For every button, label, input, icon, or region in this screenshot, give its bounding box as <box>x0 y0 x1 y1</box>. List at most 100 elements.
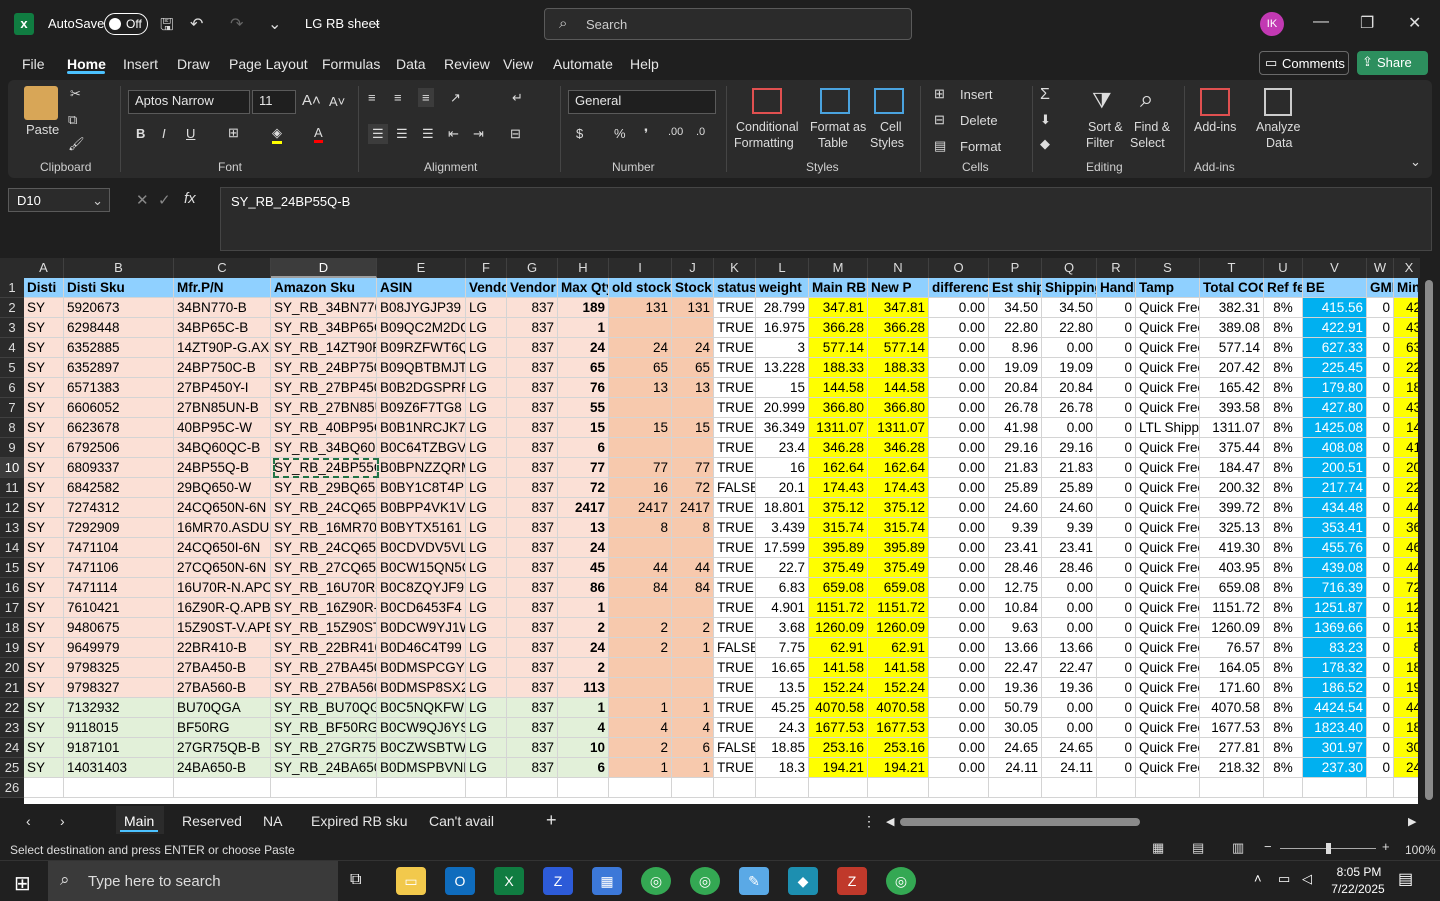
data-label[interactable]: Data <box>1266 136 1292 150</box>
table-cell[interactable]: 434.48 <box>1303 498 1367 518</box>
increase-decimal-icon[interactable]: .00 <box>668 126 683 138</box>
table-cell[interactable]: 6809337 <box>64 458 174 478</box>
table-cell[interactable]: 375.12 <box>809 498 868 518</box>
table-cell[interactable]: 1260.09 <box>809 618 868 638</box>
table-cell[interactable]: B0DMSPBVNF <box>377 758 466 778</box>
table-cell[interactable]: 77 <box>672 458 714 478</box>
table-cell[interactable]: LG <box>466 718 507 738</box>
table-cell[interactable]: 9187101 <box>64 738 174 758</box>
format-painter-icon[interactable]: 🖌 <box>68 136 85 152</box>
table-cell[interactable]: 0 <box>1367 618 1394 638</box>
table-cell[interactable]: 375.49 <box>809 558 868 578</box>
table-cell[interactable]: 395.89 <box>868 538 929 558</box>
row-header[interactable]: 14 <box>0 538 24 558</box>
table-cell[interactable]: 837 <box>507 498 558 518</box>
table-cell[interactable]: SY <box>24 538 64 558</box>
table-cell[interactable]: 659.08 <box>1200 578 1264 598</box>
excel-taskbar-icon[interactable]: X <box>494 867 524 895</box>
table-cell[interactable]: SY_RB_27BN85UN-B <box>271 398 377 418</box>
table-cell[interactable]: 29.16 <box>989 438 1042 458</box>
empty-cell[interactable] <box>558 778 609 798</box>
table-cell[interactable]: 1311.07 <box>868 418 929 438</box>
table-cell[interactable]: 28.799 <box>756 298 809 318</box>
table-cell[interactable]: TRUE <box>714 538 756 558</box>
table-cell[interactable]: 0 <box>1367 318 1394 338</box>
row-header[interactable]: 21 <box>0 678 24 698</box>
table-cell[interactable]: 0 <box>1097 358 1136 378</box>
table-cell[interactable]: 0.00 <box>929 318 989 338</box>
table-cell[interactable]: 837 <box>507 338 558 358</box>
tab-page-layout[interactable]: Page Layout <box>229 56 308 72</box>
table-cell[interactable]: LG <box>466 758 507 778</box>
table-cell[interactable]: 0 <box>1367 398 1394 418</box>
empty-cell[interactable] <box>809 778 868 798</box>
sheet-tab-na[interactable]: NA <box>263 813 282 829</box>
table-cell[interactable]: 408.08 <box>1303 438 1367 458</box>
table-cell[interactable]: 0 <box>1367 698 1394 718</box>
table-cell[interactable]: 2 <box>609 638 672 658</box>
header-cell[interactable]: Stock <box>672 278 714 298</box>
table-cell[interactable]: 6352885 <box>64 338 174 358</box>
row-header[interactable]: 22 <box>0 698 24 718</box>
file-explorer-icon[interactable]: ▭ <box>396 867 426 895</box>
table-cell[interactable]: 8% <box>1264 718 1303 738</box>
table-cell[interactable]: 21.83 <box>1042 458 1097 478</box>
table-cell[interactable]: 10 <box>558 738 609 758</box>
normal-view-icon[interactable]: ▦ <box>1152 840 1164 856</box>
outlook-icon[interactable]: O <box>445 867 475 895</box>
underline-icon[interactable]: U <box>186 126 195 141</box>
table-cell[interactable]: SY_RB_34BP65C-B <box>271 318 377 338</box>
empty-cell[interactable] <box>672 778 714 798</box>
table-cell[interactable]: 24.11 <box>1042 758 1097 778</box>
table-cell[interactable]: TRUE <box>714 458 756 478</box>
table-cell[interactable]: SY_RB_27BP450Y-I <box>271 378 377 398</box>
table-cell[interactable]: 9.63 <box>989 618 1042 638</box>
table-cell[interactable]: 16 <box>609 478 672 498</box>
table-cell[interactable]: 24.65 <box>1042 738 1097 758</box>
row-header[interactable]: 8 <box>0 418 24 438</box>
format-as-table-icon[interactable] <box>820 88 850 114</box>
table-cell[interactable]: 13 <box>558 518 609 538</box>
empty-cell[interactable] <box>756 778 809 798</box>
table-cell[interactable]: 144.58 <box>809 378 868 398</box>
analyze-label[interactable]: Analyze <box>1256 120 1300 134</box>
table-cell[interactable]: 837 <box>507 438 558 458</box>
format-as-label[interactable]: Format as <box>810 120 866 134</box>
table-cell[interactable]: 8% <box>1264 618 1303 638</box>
addins-label[interactable]: Add-ins <box>1194 120 1236 134</box>
table-cell[interactable]: 44 <box>672 558 714 578</box>
table-cell[interactable]: 1260.09 <box>1200 618 1264 638</box>
table-cell[interactable]: 29.16 <box>1042 438 1097 458</box>
table-cell[interactable]: 2417 <box>609 498 672 518</box>
row-header[interactable]: 26 <box>0 778 24 798</box>
table-cell[interactable]: Quick Free <box>1136 298 1200 318</box>
table-cell[interactable]: LG <box>466 298 507 318</box>
table-cell[interactable]: 1151.72 <box>1200 598 1264 618</box>
table-cell[interactable]: 218.32 <box>1200 758 1264 778</box>
font-name-select[interactable]: Aptos Narrow <box>128 90 250 114</box>
header-cell[interactable]: New P <box>868 278 929 298</box>
calculator-icon[interactable]: ▦ <box>592 867 622 895</box>
table-cell[interactable]: 0 <box>1367 358 1394 378</box>
table-cell[interactable]: 837 <box>507 678 558 698</box>
table-cell[interactable]: 0 <box>1367 498 1394 518</box>
table-cell[interactable]: 0.00 <box>1042 418 1097 438</box>
table-cell[interactable]: LG <box>466 438 507 458</box>
borders-icon[interactable]: ⊞ <box>228 125 239 141</box>
row-header[interactable]: 3 <box>0 318 24 338</box>
table-cell[interactable]: 837 <box>507 638 558 658</box>
table-cell[interactable]: 0.00 <box>929 538 989 558</box>
table-cell[interactable]: 5920673 <box>64 298 174 318</box>
column-header[interactable]: J <box>672 258 714 278</box>
table-cell[interactable]: 24.3 <box>756 718 809 738</box>
tab-review[interactable]: Review <box>444 56 490 72</box>
table-cell[interactable]: 194.21 <box>868 758 929 778</box>
table-cell[interactable]: 8% <box>1264 698 1303 718</box>
table-cell[interactable]: 27BA450-B <box>174 658 271 678</box>
select-label[interactable]: Select <box>1130 136 1165 150</box>
prev-sheet-icon[interactable]: ‹ <box>26 813 31 829</box>
header-cell[interactable]: Ref fee <box>1264 278 1303 298</box>
row-header[interactable]: 1 <box>0 278 24 298</box>
header-cell[interactable]: status <box>714 278 756 298</box>
table-cell[interactable]: BF50RG <box>174 718 271 738</box>
